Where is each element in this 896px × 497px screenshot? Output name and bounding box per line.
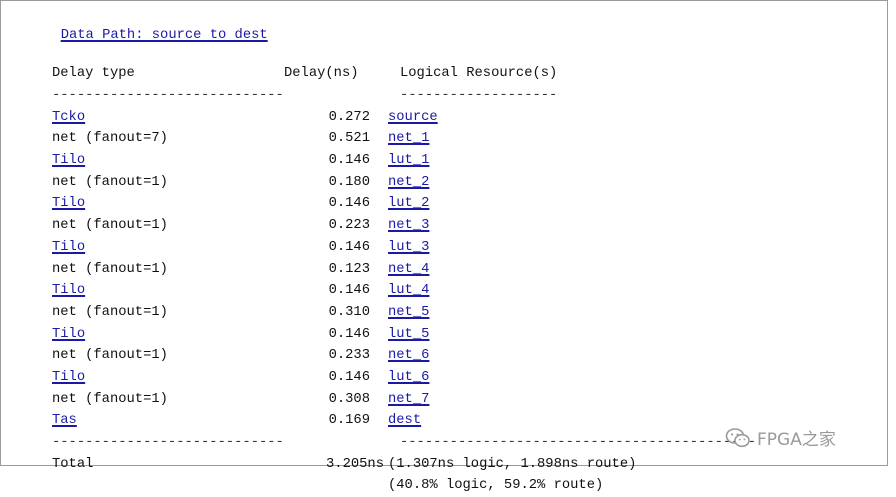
delay-value: 0.146 (328, 196, 370, 212)
delay-type-link[interactable]: Tilo (52, 153, 85, 168)
total-pct-row: (40.8% logic, 59.2% route) (52, 475, 800, 497)
data-path-title-link[interactable]: Data Path: source to dest (61, 28, 268, 43)
delay-value: 0.521 (328, 131, 370, 147)
delay-row: net (fanout=1) 0.180 net_2 (52, 171, 800, 193)
watermark: FPGA之家 (725, 425, 836, 450)
total-separator-row: ---------------------------- -----------… (52, 432, 800, 454)
logical-resource-link[interactable]: lut_4 (388, 283, 429, 298)
delay-row: Tilo 0.146 lut_4 (52, 280, 800, 302)
delay-table: Delay type Delay(ns) Logical Resource(s)… (52, 63, 800, 497)
delay-row: Tilo 0.146 lut_1 (52, 150, 800, 172)
delay-type-link[interactable]: Tcko (52, 110, 85, 125)
column-separator-row: ---------------------------- -----------… (52, 85, 800, 107)
delay-type-link[interactable]: Tilo (52, 327, 85, 342)
delay-row: Tilo 0.146 lut_6 (52, 367, 800, 389)
delay-value: 0.123 (328, 261, 370, 277)
logical-resource-link[interactable]: net_7 (388, 392, 429, 407)
delay-type-text: net (fanout=1) (52, 261, 168, 277)
timing-report-panel: Data Path: source to dest Delay type Del… (0, 0, 888, 493)
logical-resource-link[interactable]: lut_6 (388, 370, 429, 385)
separator-type: ---------------------------- (52, 88, 284, 104)
logical-resource-link[interactable]: lut_3 (388, 240, 429, 255)
delay-rows: Tcko 0.272 source net (fanout=7) 0.521 net_1 T… (52, 106, 800, 431)
delay-type-text: net (fanout=1) (52, 218, 168, 234)
separator-type-bottom: ---------------------------- (52, 435, 284, 451)
delay-row: Tilo 0.146 lut_3 (52, 237, 800, 259)
delay-row: net (fanout=1) 0.233 net_6 (52, 345, 800, 367)
column-header-row: Delay type Delay(ns) Logical Resource(s) (52, 63, 800, 85)
delay-value: 0.233 (328, 348, 370, 364)
delay-row: net (fanout=1) 0.308 net_7 (52, 388, 800, 410)
total-label: Total (52, 456, 94, 472)
column-header-delay: Delay(ns) (284, 66, 359, 82)
delay-value: 0.180 (328, 174, 370, 190)
total-delay: 3.205ns (326, 456, 384, 472)
delay-type-link[interactable]: Tilo (52, 370, 85, 385)
logical-resource-link[interactable]: net_1 (388, 131, 429, 146)
logical-resource-link[interactable]: net_3 (388, 218, 429, 233)
delay-row: Tilo 0.146 lut_2 (52, 193, 800, 215)
delay-value: 0.308 (328, 391, 370, 407)
logical-resource-link[interactable]: lut_5 (388, 327, 429, 342)
column-header-delay-type: Delay type (52, 66, 135, 82)
total-row: Total 3.205ns (1.307ns logic, 1.898ns ro… (52, 453, 800, 475)
delay-type-link[interactable]: Tas (52, 413, 77, 428)
delay-type-text: net (fanout=1) (52, 391, 168, 407)
logical-resource-link[interactable]: net_2 (388, 175, 429, 190)
delay-type-text: net (fanout=7) (52, 131, 168, 147)
wechat-icon (725, 427, 750, 447)
logical-resource-link[interactable]: lut_2 (388, 196, 429, 211)
delay-row: Tilo 0.146 lut_5 (52, 323, 800, 345)
logical-resource-link[interactable]: source (388, 110, 438, 125)
logical-resource-link[interactable]: lut_1 (388, 153, 429, 168)
delay-type-link[interactable]: Tilo (52, 240, 85, 255)
delay-value: 0.272 (328, 109, 370, 125)
delay-value: 0.146 (328, 283, 370, 299)
delay-type-text: net (fanout=1) (52, 304, 168, 320)
delay-value: 0.146 (328, 326, 370, 342)
delay-row: net (fanout=7) 0.521 net_1 (52, 128, 800, 150)
delay-value: 0.169 (328, 413, 370, 429)
delay-type-link[interactable]: Tilo (52, 283, 85, 298)
delay-row: net (fanout=1) 0.310 net_5 (52, 302, 800, 324)
delay-value: 0.223 (328, 218, 370, 234)
delay-row: Tcko 0.272 source (52, 106, 800, 128)
logical-resource-link[interactable]: net_6 (388, 348, 429, 363)
delay-row: Tas 0.169 dest (52, 410, 800, 432)
timing-report: Data Path: source to dest Delay type Del… (11, 9, 800, 497)
logical-resource-link[interactable]: net_4 (388, 262, 429, 277)
delay-value: 0.310 (328, 304, 370, 320)
delay-type-link[interactable]: Tilo (52, 196, 85, 211)
total-breakdown-ns: (1.307ns logic, 1.898ns route) (388, 456, 637, 472)
delay-value: 0.146 (328, 369, 370, 385)
delay-row: net (fanout=1) 0.223 net_3 (52, 215, 800, 237)
total-breakdown-pct: (40.8% logic, 59.2% route) (388, 478, 604, 494)
delay-type-text: net (fanout=1) (52, 348, 168, 364)
logical-resource-link[interactable]: dest (388, 413, 421, 428)
logical-resource-link[interactable]: net_5 (388, 305, 429, 320)
delay-value: 0.146 (328, 239, 370, 255)
separator-resource: ------------------- (400, 88, 558, 104)
delay-value: 0.146 (328, 153, 370, 169)
watermark-text: FPGA之家 (757, 430, 836, 450)
column-header-logical-resource: Logical Resource(s) (400, 66, 558, 82)
delay-row: net (fanout=1) 0.123 net_4 (52, 258, 800, 280)
delay-type-text: net (fanout=1) (52, 174, 168, 190)
